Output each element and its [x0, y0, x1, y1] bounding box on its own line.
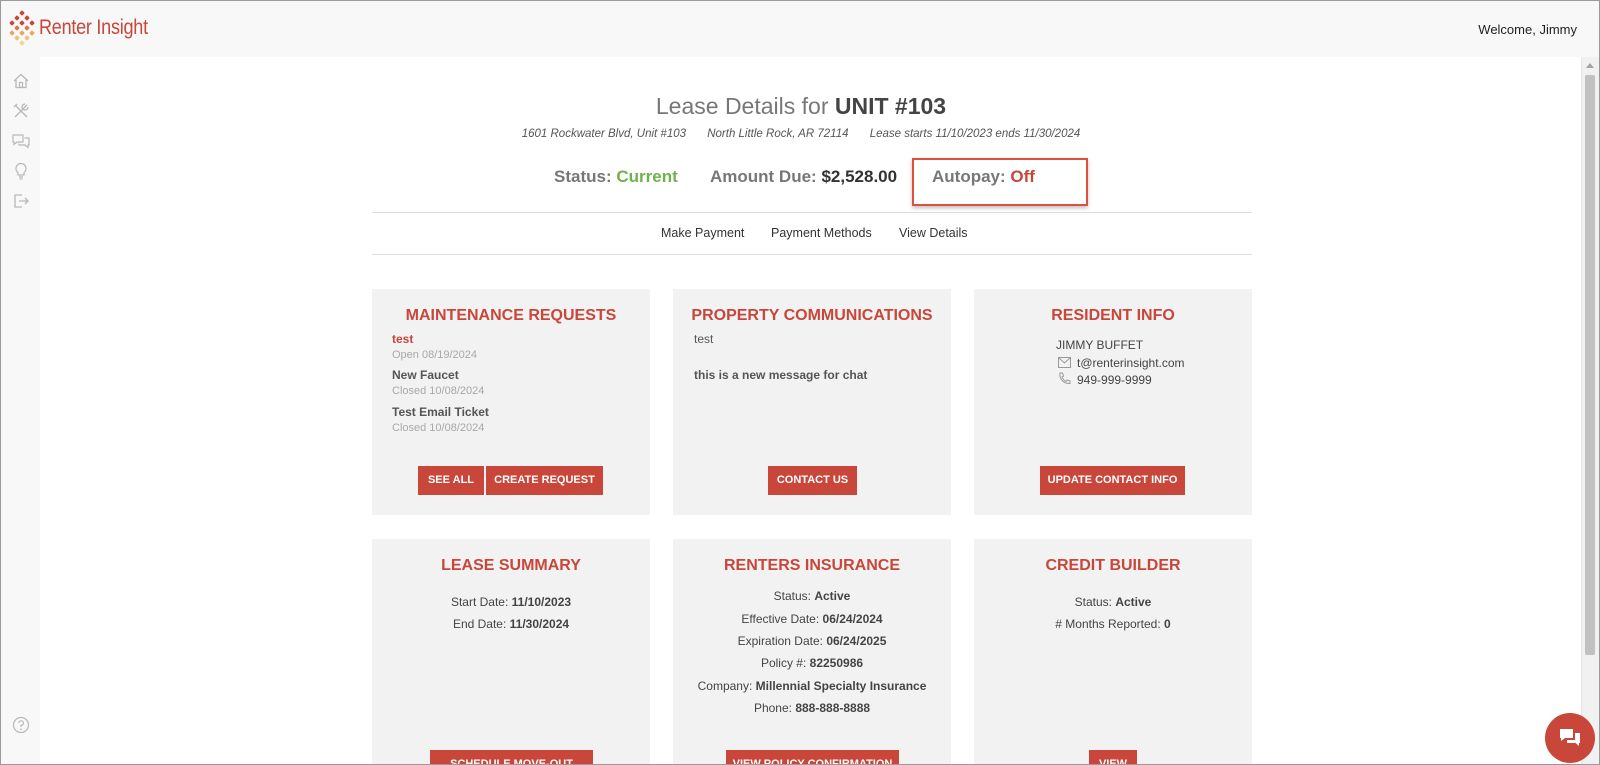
amount-due-label: Amount Due: [710, 167, 817, 186]
update-contact-info-button[interactable]: UPDATE CONTACT INFO [1040, 466, 1185, 495]
insurance-value: 06/24/2024 [822, 612, 883, 626]
scroll-up-icon[interactable] [1586, 63, 1594, 68]
logo-text: Renter Insight [39, 16, 148, 39]
insurance-label: Phone: [753, 701, 792, 715]
page-title: Lease Details for UNIT #103 [1, 93, 1599, 120]
welcome-text: Welcome, Jimmy [1478, 22, 1577, 37]
card-title: PROPERTY COMMUNICATIONS [691, 307, 933, 324]
top-bar: Renter Insight Welcome, Jimmy [1, 1, 1599, 57]
months-reported-value: 0 [1164, 617, 1171, 631]
scrollbar[interactable] [1581, 57, 1599, 764]
scrollbar-thumb[interactable] [1585, 75, 1595, 655]
renters-insurance-card: RENTERS INSURANCE Status: Active Effecti… [673, 539, 951, 764]
title-prefix: Lease Details for [655, 93, 829, 119]
lease-summary-card: LEASE SUMMARY Start Date: 11/10/2023 End… [372, 539, 650, 764]
resident-email[interactable]: t@renterinsight.com [1077, 356, 1185, 370]
maintenance-item-status: Closed 10/08/2024 [392, 422, 485, 434]
insurance-label: Expiration Date: [737, 634, 823, 648]
card-title: RESIDENT INFO [1051, 307, 1175, 324]
schedule-move-out-button[interactable]: SCHEDULE MOVE-OUT [430, 750, 593, 764]
make-payment-link[interactable]: Make Payment [661, 226, 744, 240]
create-request-button[interactable]: CREATE REQUEST [486, 466, 603, 495]
insurance-row: Effective Date: 06/24/2024 [673, 612, 951, 626]
insurance-label: Effective Date: [741, 612, 820, 626]
help-icon[interactable] [11, 715, 31, 735]
months-reported: # Months Reported: 0 [974, 617, 1252, 631]
end-date-label: End Date: [452, 617, 507, 631]
resident-phone: 949-999-9999 [1077, 373, 1152, 387]
insurance-label: Policy #: [760, 656, 807, 670]
credit-builder-card: CREDIT BUILDER Status: Active # Months R… [974, 539, 1252, 764]
insurance-label: Company: [697, 679, 753, 693]
address-city: North Little Rock, AR 72114 [707, 128, 849, 140]
message-text: this is a new message for chat [694, 368, 868, 382]
maintenance-item-name[interactable]: test [392, 332, 413, 346]
maintenance-requests-card: MAINTENANCE REQUESTS test Open 08/19/202… [372, 289, 650, 515]
home-icon[interactable] [11, 71, 31, 91]
insurance-row: Status: Active [673, 589, 951, 603]
lease-start-date: Start Date: 11/10/2023 [372, 595, 650, 609]
status-indicator: Status: Current [554, 167, 678, 187]
status-value: Current [616, 167, 678, 186]
lease-term: Lease starts 11/10/2023 ends 11/30/2024 [869, 128, 1081, 140]
insurance-value: 82250986 [809, 656, 864, 670]
insurance-value: 888-888-8888 [795, 701, 871, 715]
maintenance-item-name[interactable]: Test Email Ticket [392, 405, 489, 419]
maintenance-item-status: Open 08/19/2024 [392, 349, 478, 361]
start-date-label: Start Date: [450, 595, 509, 609]
insurance-value: Active [814, 589, 851, 603]
view-details-link[interactable]: View Details [899, 226, 968, 240]
months-reported-label: # Months Reported: [1055, 617, 1161, 631]
logo[interactable]: Renter Insight [9, 10, 166, 46]
app-window: Renter Insight Welcome, Jimmy Lease Deta… [0, 0, 1600, 765]
phone-icon [1059, 372, 1071, 385]
lease-subnav: Make Payment Payment Methods View Detail… [372, 212, 1252, 255]
credit-status: Status: Active [974, 595, 1252, 609]
card-title: RENTERS INSURANCE [723, 557, 900, 574]
end-date-value: 11/30/2024 [509, 617, 570, 631]
maintenance-item-status: Closed 10/08/2024 [392, 385, 485, 397]
insurance-value: Millennial Specialty Insurance [755, 679, 927, 693]
lease-address-line: 1601 Rockwater Blvd, Unit #103 North Lit… [1, 128, 1599, 140]
maintenance-item-name[interactable]: New Faucet [392, 368, 459, 382]
lightbulb-icon[interactable] [11, 161, 31, 181]
card-title: MAINTENANCE REQUESTS [405, 307, 617, 324]
logo-mark-icon [9, 10, 35, 46]
autopay-highlight-box [912, 158, 1088, 206]
status-label: Status: [554, 167, 612, 186]
resident-name: JIMMY BUFFET [1056, 338, 1144, 352]
insurance-label: Status: [773, 589, 811, 603]
message-subject: test [694, 332, 714, 346]
card-title: LEASE SUMMARY [441, 557, 581, 574]
view-policy-confirmation-button[interactable]: VIEW POLICY CONFIRMATION [726, 750, 899, 764]
amount-due: Amount Due: $2,528.00 [710, 167, 897, 187]
chat-bubble-icon [1560, 729, 1580, 746]
email-icon [1058, 357, 1071, 368]
start-date-value: 11/10/2023 [511, 595, 572, 609]
payment-methods-link[interactable]: Payment Methods [771, 226, 872, 240]
insurance-row: Expiration Date: 06/24/2025 [673, 634, 951, 648]
credit-status-label: Status: [1074, 595, 1112, 609]
see-all-button[interactable]: SEE ALL [418, 466, 484, 495]
title-unit: UNIT #103 [834, 93, 947, 119]
logout-icon[interactable] [11, 191, 31, 211]
insurance-row: Company: Millennial Specialty Insurance [673, 679, 951, 693]
property-communications-card: PROPERTY COMMUNICATIONS test this is a n… [673, 289, 951, 515]
credit-status-value: Active [1115, 595, 1152, 609]
lease-end-date: End Date: 11/30/2024 [372, 617, 650, 631]
insurance-row: Phone: 888-888-8888 [673, 701, 951, 715]
address-street: 1601 Rockwater Blvd, Unit #103 [521, 128, 687, 140]
chat-widget-button[interactable] [1545, 713, 1595, 763]
amount-due-value: $2,528.00 [821, 167, 898, 186]
insurance-value: 06/24/2025 [826, 634, 887, 648]
insurance-row: Policy #: 82250986 [673, 656, 951, 670]
view-button[interactable]: VIEW [1089, 750, 1137, 764]
resident-info-card: RESIDENT INFO JIMMY BUFFET t@renterinsig… [974, 289, 1252, 515]
contact-us-button[interactable]: CONTACT US [768, 466, 857, 495]
sidebar [1, 57, 40, 764]
card-title: CREDIT BUILDER [1045, 557, 1181, 574]
